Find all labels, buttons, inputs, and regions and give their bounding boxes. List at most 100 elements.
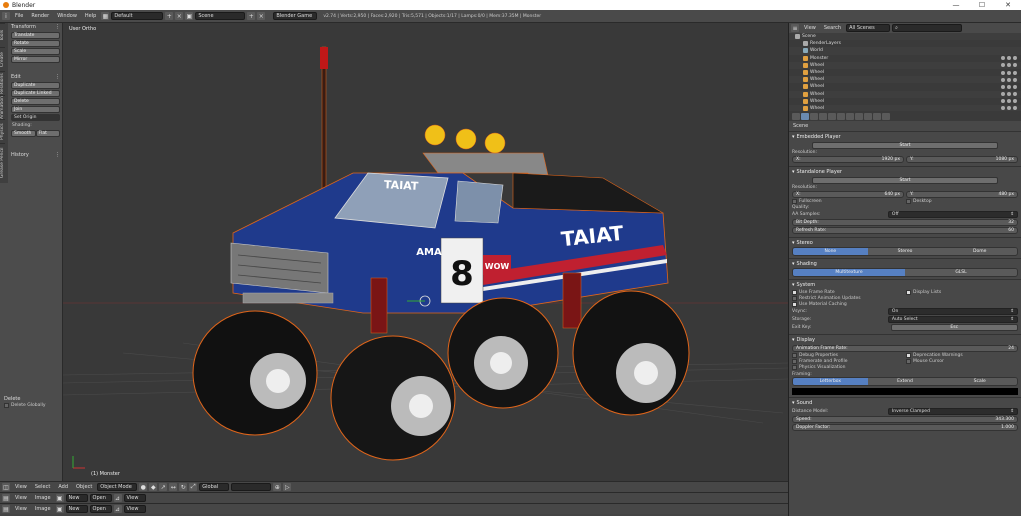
outliner-row-wheel[interactable]: Wheel xyxy=(789,76,1021,84)
material-caching-checkbox[interactable]: Use Material Caching xyxy=(792,302,1018,307)
translate-button[interactable]: Translate xyxy=(11,32,60,39)
scene-remove-icon[interactable]: × xyxy=(257,12,266,20)
outliner-row-wheel[interactable]: Wheel xyxy=(789,83,1021,90)
scene-icon[interactable]: ▣ xyxy=(185,12,194,20)
scale-button[interactable]: Scale xyxy=(11,48,60,55)
menu-render[interactable]: Render xyxy=(28,13,52,19)
standalone-player-header[interactable]: Standalone Player xyxy=(792,168,1018,176)
outliner-row-scene[interactable]: Scene xyxy=(789,33,1021,41)
delete-globally-checkbox[interactable]: Delete Globally xyxy=(2,403,62,408)
rotate-icon[interactable]: ↻ xyxy=(179,483,188,491)
mouse-cursor-checkbox[interactable]: Mouse Cursor xyxy=(906,359,1018,364)
mirror-button[interactable]: Mirror xyxy=(11,56,60,63)
embedded-res-y[interactable]: Y: 1080 px xyxy=(906,156,1018,163)
vsync-dropdown[interactable]: On ⇕ xyxy=(887,308,1018,315)
display-mode-select[interactable]: All Scenes xyxy=(846,24,891,32)
desktop-checkbox[interactable]: Desktop xyxy=(906,199,1018,204)
tab-animation[interactable]: Animation xyxy=(0,95,5,119)
tab-physics[interactable]: Physics xyxy=(0,119,5,143)
outliner-search-input[interactable]: ⌕ xyxy=(892,24,963,32)
render-preview-icon[interactable]: ▷ xyxy=(283,483,292,491)
distance-model-dropdown[interactable]: Inverse Clamped ⇕ xyxy=(887,408,1018,415)
orientation-select[interactable]: Global xyxy=(199,483,230,491)
close-button[interactable]: ✕ xyxy=(995,1,1021,9)
history-panel-header[interactable]: History ⋮ xyxy=(9,151,62,159)
standalone-res-x[interactable]: X: 640 px xyxy=(792,191,904,198)
exit-key-button[interactable]: Esc xyxy=(890,324,1018,331)
physics-visualization-checkbox[interactable]: Physics Visualization xyxy=(792,365,1018,370)
stereo-header[interactable]: Stereo xyxy=(792,239,1018,247)
use-frame-rate-checkbox[interactable]: Use Frame Rate xyxy=(792,290,904,295)
menu-help[interactable]: Help xyxy=(82,13,99,19)
menu-file[interactable]: File xyxy=(12,13,26,19)
data-tab-icon[interactable] xyxy=(855,112,863,120)
view-mode-select[interactable]: View xyxy=(123,505,146,513)
shading-icon[interactable]: ● xyxy=(139,483,148,491)
framing-color-swatch[interactable] xyxy=(792,388,1018,395)
snap-icon[interactable]: ⊕ xyxy=(273,483,282,491)
layout-select[interactable]: Default xyxy=(111,12,164,20)
scene-add-icon[interactable]: + xyxy=(247,12,256,20)
3d-viewport[interactable]: User Ortho 8 WOW AMA TAIAT TAIAT (1) Mon… xyxy=(63,23,788,481)
monster-truck-model[interactable]: 8 WOW AMA TAIAT TAIAT xyxy=(63,23,788,481)
menu-object[interactable]: Object xyxy=(73,484,95,490)
new-image-button[interactable]: New xyxy=(65,494,88,502)
menu-add[interactable]: Add xyxy=(55,484,71,490)
tab-tools[interactable]: Tools xyxy=(0,23,5,47)
standalone-res-y[interactable]: Y: 480 px xyxy=(906,191,1018,198)
minimize-button[interactable]: — xyxy=(943,1,969,9)
debug-properties-checkbox[interactable]: Debug Properties xyxy=(792,353,904,358)
outliner-row-wheel[interactable]: Wheel xyxy=(789,98,1021,105)
menu-view[interactable]: View xyxy=(801,25,819,31)
display-lists-checkbox[interactable]: Display Lists xyxy=(906,290,1018,295)
bit-depth-field[interactable]: Bit Depth: 32 xyxy=(792,219,1018,226)
editor-type-icon[interactable]: ≡ xyxy=(791,24,799,32)
system-header[interactable]: System xyxy=(792,281,1018,289)
scale-icon[interactable]: ⤢ xyxy=(189,483,198,491)
menu-view[interactable]: View xyxy=(12,506,30,512)
operator-panel-header[interactable]: Delete xyxy=(2,395,62,403)
glsl-option[interactable]: GLSL xyxy=(905,269,1017,276)
transform-panel-header[interactable]: Transform ⋮ xyxy=(9,23,62,31)
texture-tab-icon[interactable] xyxy=(873,112,881,120)
render-engine-select[interactable]: Blender Game xyxy=(273,12,318,20)
editor-type-icon[interactable]: ▤ xyxy=(2,494,10,502)
world-tab-icon[interactable] xyxy=(819,112,827,120)
join-button[interactable]: Join xyxy=(11,106,60,113)
duplicate-linked-button[interactable]: Duplicate Linked xyxy=(11,90,60,97)
layout-icon[interactable]: ▦ xyxy=(101,12,110,20)
modifiers-tab-icon[interactable] xyxy=(846,112,854,120)
flat-button[interactable]: Flat xyxy=(35,130,60,137)
smooth-button[interactable]: Smooth xyxy=(11,130,36,137)
tab-relations[interactable]: Relations xyxy=(0,71,5,95)
render-tab-icon[interactable] xyxy=(792,112,800,120)
deprecation-warnings-checkbox[interactable]: Deprecation Warnings xyxy=(906,353,1018,358)
manipulator-icon[interactable]: ↗ xyxy=(159,483,168,491)
menu-select[interactable]: Select xyxy=(32,484,53,490)
pin-icon[interactable]: ⊿ xyxy=(113,494,122,502)
menu-image[interactable]: Image xyxy=(32,495,54,501)
scene-tab-icon[interactable] xyxy=(810,112,818,120)
tab-create[interactable]: Create xyxy=(0,47,5,71)
stereo-dome-option[interactable]: Dome xyxy=(942,248,1017,255)
new-image-button[interactable]: New xyxy=(65,505,88,513)
image-browse-icon[interactable]: ▣ xyxy=(55,494,64,502)
rotate-button[interactable]: Rotate xyxy=(11,40,60,47)
framing-scale-option[interactable]: Scale xyxy=(942,378,1017,385)
embedded-player-header[interactable]: Embedded Player xyxy=(792,133,1018,141)
layers-grid[interactable] xyxy=(231,483,272,491)
fullscreen-checkbox[interactable]: Fullscreen xyxy=(792,199,904,204)
tab-grease-pencil[interactable]: Grease Pencil xyxy=(0,143,5,181)
render-layers-tab-icon[interactable] xyxy=(801,112,809,120)
pin-icon[interactable]: ⊿ xyxy=(113,505,122,513)
doppler-factor-field[interactable]: Doppler Factor: 1.000 xyxy=(792,424,1018,431)
object-tab-icon[interactable] xyxy=(828,112,836,120)
display-header[interactable]: Display xyxy=(792,336,1018,344)
set-origin-dropdown[interactable]: Set Origin xyxy=(11,114,60,121)
outliner-row-renderlayers[interactable]: RenderLayers xyxy=(789,40,1021,47)
framing-extend-option[interactable]: Extend xyxy=(867,378,943,385)
animation-frame-rate-field[interactable]: Animation Frame Rate: 24 xyxy=(792,345,1018,352)
material-tab-icon[interactable] xyxy=(864,112,872,120)
pivot-icon[interactable]: ◆ xyxy=(149,483,158,491)
multitexture-option[interactable]: Multitexture xyxy=(793,269,905,276)
